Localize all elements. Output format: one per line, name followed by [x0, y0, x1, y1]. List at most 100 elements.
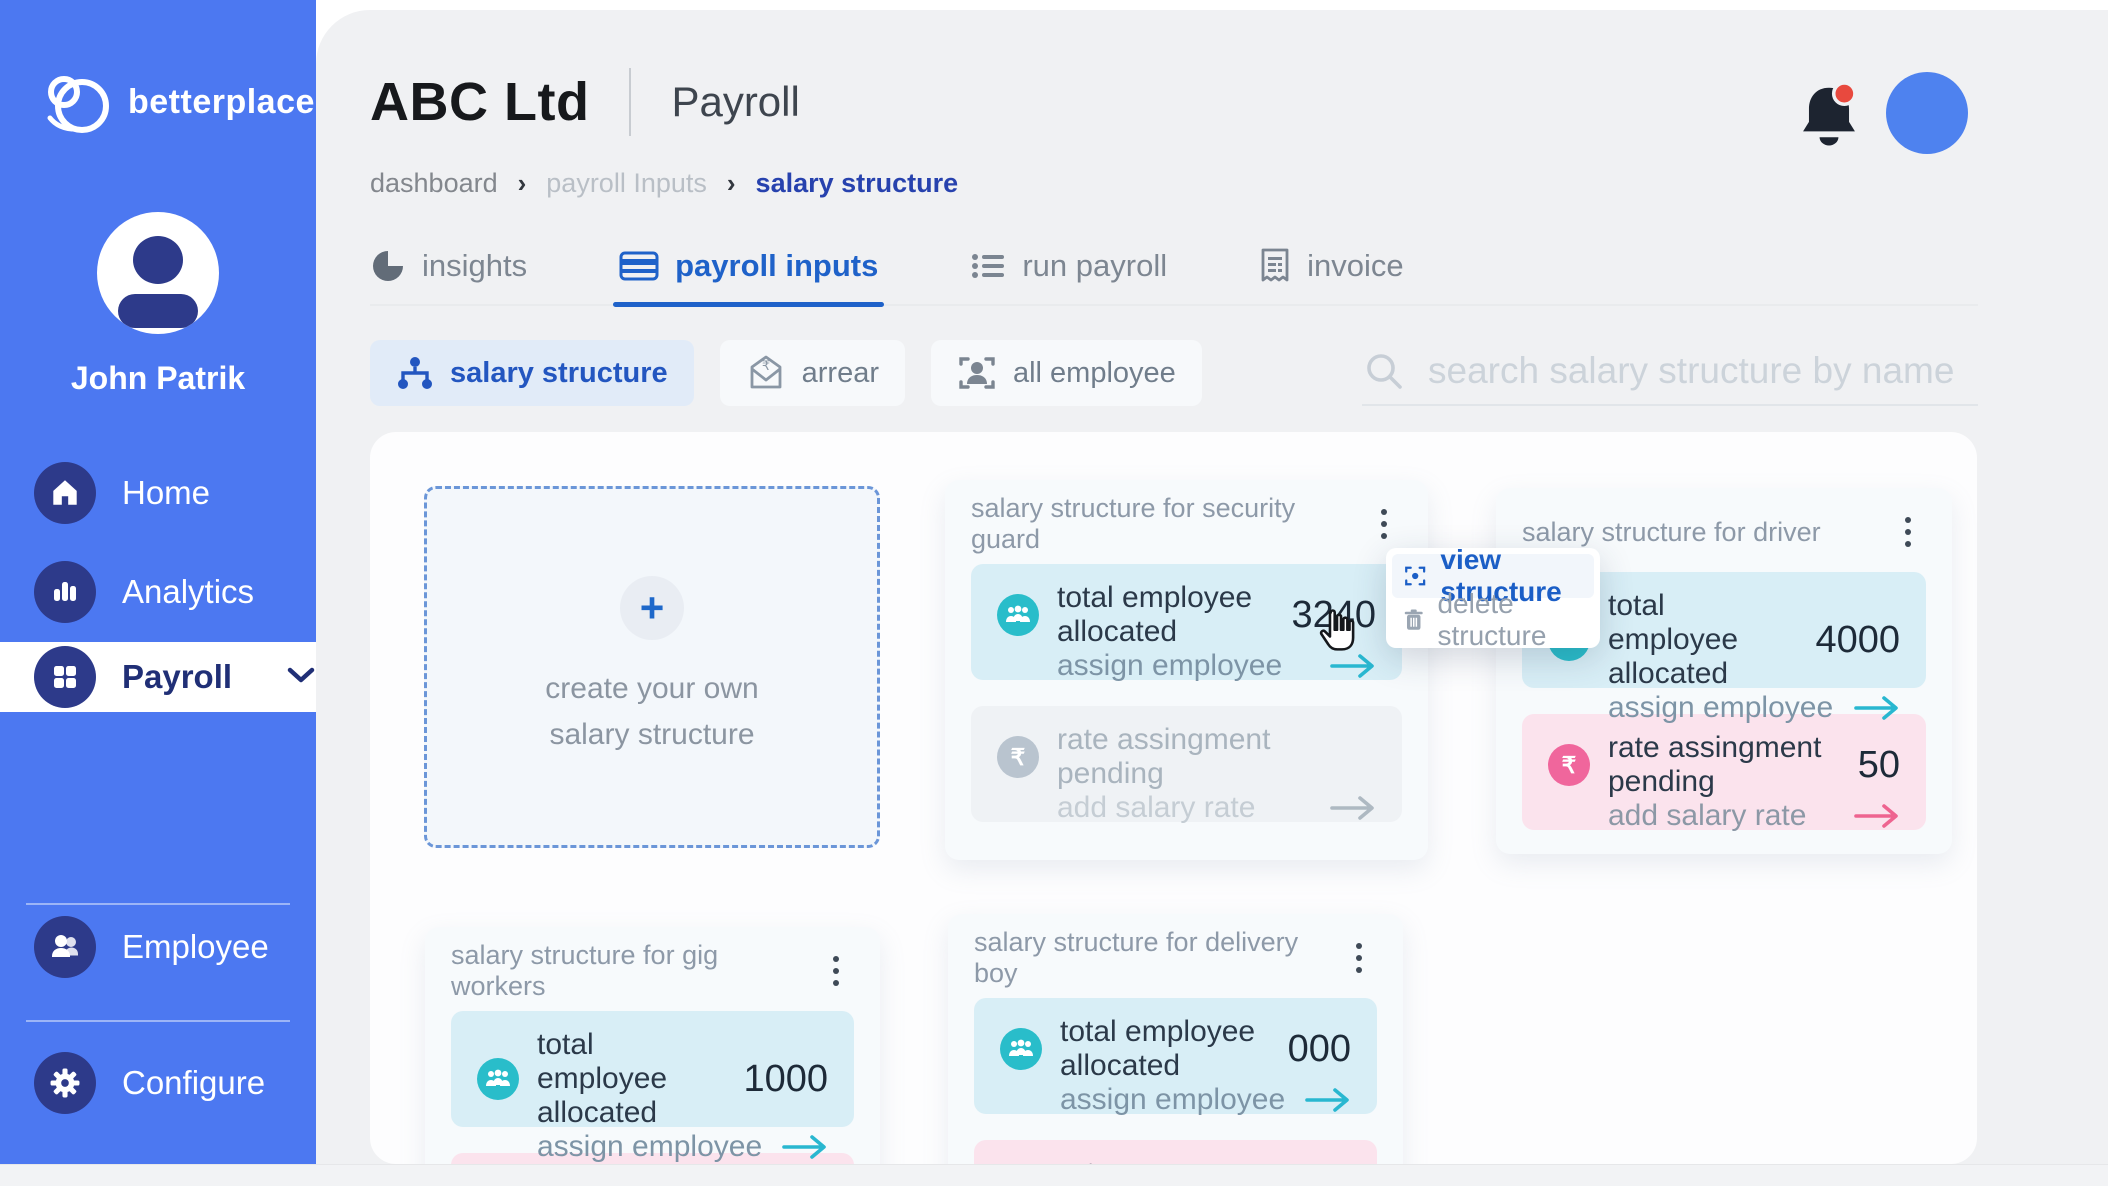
allocated-value: 3240 [1291, 594, 1376, 637]
list-icon [970, 250, 1006, 282]
sidebar-item-label: Configure [122, 1064, 265, 1102]
user-avatar[interactable] [97, 212, 219, 334]
menu-item-delete-structure[interactable]: delete structure [1392, 598, 1594, 642]
hierarchy-icon [396, 355, 434, 391]
employees-icon [1000, 1028, 1042, 1070]
bottom-edge-strip [0, 1164, 2108, 1186]
gear-icon [34, 1052, 96, 1114]
breadcrumb-salary-structure: salary structure [756, 168, 959, 199]
assign-arrow-icon[interactable] [1854, 694, 1900, 722]
rupee-icon: ₹ [997, 736, 1039, 778]
salary-card-driver: salary structure for driver total employ… [1496, 488, 1952, 854]
page-header: ABC Ltd Payroll [370, 68, 800, 136]
breadcrumb-payroll-inputs[interactable]: payroll Inputs [546, 168, 707, 199]
salary-card-security-guard: salary structure for security guard tota… [945, 480, 1428, 860]
user-profile: John Patrik [0, 212, 316, 397]
avatar-body-shape [118, 294, 198, 328]
pie-chart-icon [370, 248, 406, 284]
employee-allocation-section: total employee allocated 000 assign empl… [974, 998, 1377, 1114]
chip-arrear[interactable]: ₹ arrear [720, 340, 905, 406]
sidebar: betterplace John Patrik Home [0, 0, 316, 1164]
tab-run-payroll[interactable]: run payroll [970, 228, 1167, 304]
sidebar-item-configure[interactable]: Configure [0, 1047, 316, 1119]
assign-employee-link[interactable]: assign employee [1608, 691, 1833, 725]
allocated-label: total employee allocated [1060, 1015, 1270, 1083]
pending-value: 50 [1858, 744, 1900, 787]
employee-scan-icon [957, 353, 997, 393]
sidebar-divider [26, 903, 290, 905]
salary-card-gig-workers: salary structure for gig workers total e… [425, 927, 880, 1164]
tab-label: insights [422, 248, 527, 284]
user-name: John Patrik [0, 360, 316, 397]
profile-avatar[interactable] [1886, 72, 1968, 154]
add-salary-rate-link[interactable]: add salary rate [1057, 791, 1255, 825]
brand-logo: betterplace [40, 66, 315, 138]
tab-label: invoice [1307, 248, 1404, 284]
chip-label: all employee [1013, 357, 1176, 390]
assign-arrow-icon[interactable] [1330, 652, 1376, 680]
card-title: salary structure for delivery boy [974, 927, 1342, 989]
svg-text:₹: ₹ [761, 358, 769, 373]
chip-label: arrear [802, 357, 879, 390]
card-context-menu: view structure delete structure [1386, 548, 1600, 648]
avatar-head-shape [133, 236, 183, 284]
tab-payroll-inputs[interactable]: payroll inputs [619, 228, 878, 304]
betterplace-logo-icon [40, 66, 112, 138]
tab-label: payroll inputs [675, 248, 878, 284]
sidebar-divider [26, 1020, 290, 1022]
kebab-menu-icon[interactable] [818, 953, 854, 989]
chip-salary-structure[interactable]: salary structure [370, 340, 694, 406]
assign-arrow-icon[interactable] [782, 1133, 828, 1161]
breadcrumb: dashboard › payroll Inputs › salary stru… [370, 168, 958, 199]
create-card-label: create your own salary structure [545, 666, 758, 759]
rate-pending-section: ₹ rate assingment pending add salary rat… [971, 706, 1402, 822]
tab-label: run payroll [1022, 248, 1167, 284]
tab-insights[interactable]: insights [370, 228, 527, 304]
assign-employee-link[interactable]: assign employee [1057, 649, 1282, 683]
sidebar-item-label: Payroll [122, 658, 232, 696]
allocated-label: total employee allocated [1608, 589, 1797, 691]
sidebar-item-payroll[interactable]: Payroll [0, 642, 316, 712]
assign-arrow-icon[interactable] [1305, 1086, 1351, 1114]
salary-card-delivery-boy: salary structure for delivery boy total … [948, 914, 1403, 1164]
assign-employee-link[interactable]: assign employee [1060, 1083, 1285, 1117]
view-structure-icon [1404, 561, 1426, 591]
search-input[interactable] [1428, 350, 1978, 392]
invoice-icon [1259, 248, 1291, 284]
add-salary-rate-link[interactable]: add salary rate [1608, 799, 1806, 833]
allocated-value: 000 [1288, 1028, 1351, 1071]
rate-pending-section: ₹ rate assingment pending 50 add salary … [1522, 714, 1926, 830]
sidebar-item-employee[interactable]: Employee [0, 911, 316, 983]
notification-bell-icon[interactable] [1796, 78, 1862, 154]
allocated-value: 4000 [1815, 619, 1900, 662]
sidebar-item-analytics[interactable]: Analytics [0, 556, 316, 628]
employee-icon [34, 916, 96, 978]
analytics-icon [34, 561, 96, 623]
chip-all-employee[interactable]: all employee [931, 340, 1202, 406]
menu-item-label: delete structure [1437, 588, 1582, 652]
brand-name: betterplace [128, 83, 315, 122]
pending-label: rate assingment pending [1057, 723, 1358, 791]
kebab-menu-icon[interactable] [1342, 940, 1377, 976]
title-divider [629, 68, 631, 136]
tab-bar: insights payroll inputs ru [370, 228, 1978, 306]
employee-allocation-section: total employee allocated 3240 assign emp… [971, 564, 1402, 680]
create-salary-structure-card[interactable]: + create your own salary structure [424, 486, 880, 848]
assign-employee-link[interactable]: assign employee [537, 1130, 762, 1164]
chip-label: salary structure [450, 357, 668, 390]
add-rate-arrow-icon[interactable] [1854, 802, 1900, 830]
tab-invoice[interactable]: invoice [1259, 228, 1404, 304]
plus-icon: + [620, 576, 684, 640]
rupee-icon: ₹ [1548, 744, 1590, 786]
main-content: ABC Ltd Payroll dashboard › payroll Inpu… [316, 10, 2108, 1164]
employee-allocation-section: total employee allocated 1000 assign emp… [451, 1011, 854, 1127]
sidebar-item-label: Employee [122, 928, 269, 966]
trash-icon [1404, 605, 1423, 635]
employees-icon [477, 1058, 519, 1100]
breadcrumb-separator: › [518, 168, 527, 199]
kebab-menu-icon[interactable] [1890, 514, 1926, 550]
kebab-menu-icon[interactable] [1366, 506, 1402, 542]
add-rate-arrow-icon[interactable] [1330, 794, 1376, 822]
sidebar-item-home[interactable]: Home [0, 457, 316, 529]
breadcrumb-dashboard[interactable]: dashboard [370, 168, 498, 199]
